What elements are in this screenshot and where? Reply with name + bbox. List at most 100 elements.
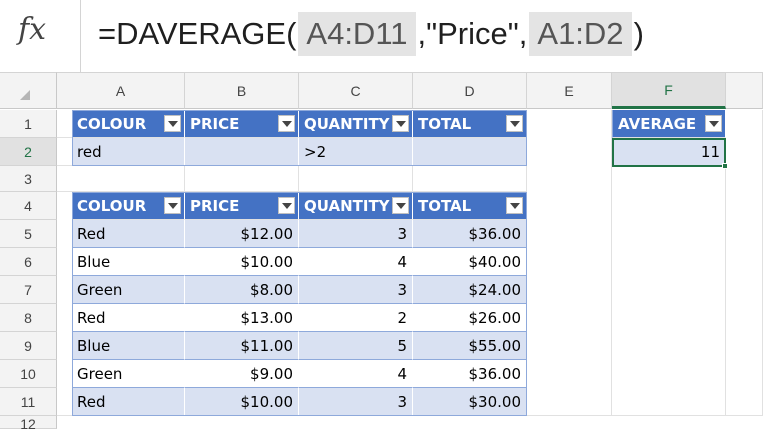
table-row-cell[interactable]: 3 bbox=[299, 388, 413, 416]
formula-range-ref-criteria: A1:D2 bbox=[529, 12, 632, 56]
column-header-c[interactable]: C bbox=[299, 72, 413, 109]
table-row-cell[interactable]: 4 bbox=[299, 248, 413, 276]
table-row-cell[interactable]: $12.00 bbox=[185, 220, 299, 248]
filter-dropdown-icon[interactable] bbox=[164, 115, 181, 132]
table-row-cell[interactable]: 4 bbox=[299, 360, 413, 388]
table-row-cell[interactable]: Green bbox=[72, 276, 185, 304]
table-row-cell[interactable]: $36.00 bbox=[413, 360, 527, 388]
column-a-margin bbox=[57, 192, 72, 416]
table-row-cell[interactable]: $40.00 bbox=[413, 248, 527, 276]
criteria-cell-colour[interactable]: red bbox=[72, 138, 185, 166]
row-header-6[interactable]: 6 bbox=[0, 248, 57, 276]
table-row-cell[interactable]: $24.00 bbox=[413, 276, 527, 304]
criteria-header-quantity[interactable]: QUANTITY bbox=[299, 110, 413, 138]
filter-dropdown-icon[interactable] bbox=[392, 197, 409, 214]
table-row-cell[interactable]: 2 bbox=[299, 304, 413, 332]
column-header-b[interactable]: B bbox=[185, 72, 299, 109]
column-header-e[interactable]: E bbox=[527, 72, 612, 109]
average-header-label: AVERAGE bbox=[618, 114, 697, 133]
table-row-cell[interactable]: $8.00 bbox=[185, 276, 299, 304]
table-row-cell[interactable]: $10.00 bbox=[185, 248, 299, 276]
table-row-cell[interactable]: $11.00 bbox=[185, 332, 299, 360]
data-header-quantity[interactable]: QUANTITY bbox=[299, 192, 413, 220]
filter-dropdown-icon[interactable] bbox=[392, 115, 409, 132]
table-row-cell[interactable]: $9.00 bbox=[185, 360, 299, 388]
row-header-10[interactable]: 10 bbox=[0, 360, 57, 388]
table-row-cell[interactable]: $26.00 bbox=[413, 304, 527, 332]
column-f-empty[interactable] bbox=[612, 166, 726, 416]
cell-b3[interactable] bbox=[185, 166, 299, 192]
data-header-colour[interactable]: COLOUR bbox=[72, 192, 185, 220]
criteria-header-colour[interactable]: COLOUR bbox=[72, 110, 185, 138]
filter-dropdown-icon[interactable] bbox=[506, 115, 523, 132]
table-row-cell[interactable]: 5 bbox=[299, 332, 413, 360]
criteria-cell-price[interactable] bbox=[185, 138, 299, 166]
criteria-header-quantity-label: QUANTITY bbox=[304, 114, 390, 133]
cell-a2-margin bbox=[57, 138, 72, 166]
criteria-cell-quantity[interactable]: >2 bbox=[299, 138, 413, 166]
criteria-cell-total[interactable] bbox=[413, 138, 527, 166]
table-row-cell[interactable]: 3 bbox=[299, 276, 413, 304]
criteria-header-price[interactable]: PRICE bbox=[185, 110, 299, 138]
select-all-corner[interactable] bbox=[0, 72, 57, 109]
row-header-2[interactable]: 2 bbox=[0, 138, 57, 166]
average-header[interactable]: AVERAGE bbox=[612, 110, 726, 138]
table-row-cell[interactable]: Red bbox=[72, 220, 185, 248]
row-header-3[interactable]: 3 bbox=[0, 166, 57, 192]
column-header-d[interactable]: D bbox=[413, 72, 527, 109]
row-header-4[interactable]: 4 bbox=[0, 192, 57, 220]
cell-a1-margin bbox=[57, 110, 72, 138]
criteria-header-price-label: PRICE bbox=[190, 114, 240, 133]
column-g-empty[interactable] bbox=[726, 110, 763, 416]
table-row-cell[interactable]: Red bbox=[72, 304, 185, 332]
filter-dropdown-icon[interactable] bbox=[705, 115, 722, 132]
filter-dropdown-icon[interactable] bbox=[506, 197, 523, 214]
fx-icon[interactable]: fx bbox=[18, 12, 46, 47]
data-header-total-label: TOTAL bbox=[418, 196, 472, 215]
data-header-colour-label: COLOUR bbox=[77, 196, 147, 215]
criteria-header-total-label: TOTAL bbox=[418, 114, 472, 133]
formula-range-ref-database: A4:D11 bbox=[298, 12, 416, 56]
data-header-total[interactable]: TOTAL bbox=[413, 192, 527, 220]
cell-c3[interactable] bbox=[299, 166, 413, 192]
filter-dropdown-icon[interactable] bbox=[164, 197, 181, 214]
table-row-cell[interactable]: Red bbox=[72, 388, 185, 416]
criteria-header-total[interactable]: TOTAL bbox=[413, 110, 527, 138]
row-header-1[interactable]: 1 bbox=[0, 110, 57, 138]
table-row-cell[interactable]: $55.00 bbox=[413, 332, 527, 360]
formula-bar-divider bbox=[80, 0, 81, 72]
data-header-price-label: PRICE bbox=[190, 196, 240, 215]
column-e-empty[interactable] bbox=[527, 110, 612, 416]
formula-bar: fx =DAVERAGE(A4:D11 ,"Price", A1:D2) bbox=[0, 0, 763, 72]
column-header-g[interactable] bbox=[726, 72, 763, 109]
table-row-cell[interactable]: $30.00 bbox=[413, 388, 527, 416]
row-header-12[interactable]: 12 bbox=[0, 416, 57, 429]
average-value-cell[interactable]: 11 bbox=[612, 138, 726, 166]
row-header-7[interactable]: 7 bbox=[0, 276, 57, 304]
select-all-triangle-icon bbox=[20, 90, 30, 100]
formula-input[interactable]: =DAVERAGE(A4:D11 ,"Price", A1:D2) bbox=[98, 10, 644, 58]
table-row-cell[interactable]: $36.00 bbox=[413, 220, 527, 248]
formula-field-arg: ,"Price", bbox=[417, 16, 528, 51]
filter-dropdown-icon[interactable] bbox=[278, 197, 295, 214]
table-row-cell[interactable]: $13.00 bbox=[185, 304, 299, 332]
data-header-price[interactable]: PRICE bbox=[185, 192, 299, 220]
cell-a3[interactable] bbox=[57, 166, 185, 192]
column-header-f[interactable]: F bbox=[612, 72, 726, 109]
cell-d3[interactable] bbox=[413, 166, 527, 192]
table-row-cell[interactable]: Blue bbox=[72, 248, 185, 276]
table-row-cell[interactable]: 3 bbox=[299, 220, 413, 248]
row-header-11[interactable]: 11 bbox=[0, 388, 57, 416]
column-header-a[interactable]: A bbox=[57, 72, 185, 109]
row-header-5[interactable]: 5 bbox=[0, 220, 57, 248]
table-row-cell[interactable]: $10.00 bbox=[185, 388, 299, 416]
row-header-9[interactable]: 9 bbox=[0, 332, 57, 360]
table-row-cell[interactable]: Blue bbox=[72, 332, 185, 360]
formula-close-paren: ) bbox=[633, 16, 644, 51]
filter-dropdown-icon[interactable] bbox=[278, 115, 295, 132]
data-header-quantity-label: QUANTITY bbox=[304, 196, 390, 215]
formula-function: =DAVERAGE( bbox=[98, 16, 297, 51]
row-header-8[interactable]: 8 bbox=[0, 304, 57, 332]
criteria-header-colour-label: COLOUR bbox=[77, 114, 147, 133]
table-row-cell[interactable]: Green bbox=[72, 360, 185, 388]
